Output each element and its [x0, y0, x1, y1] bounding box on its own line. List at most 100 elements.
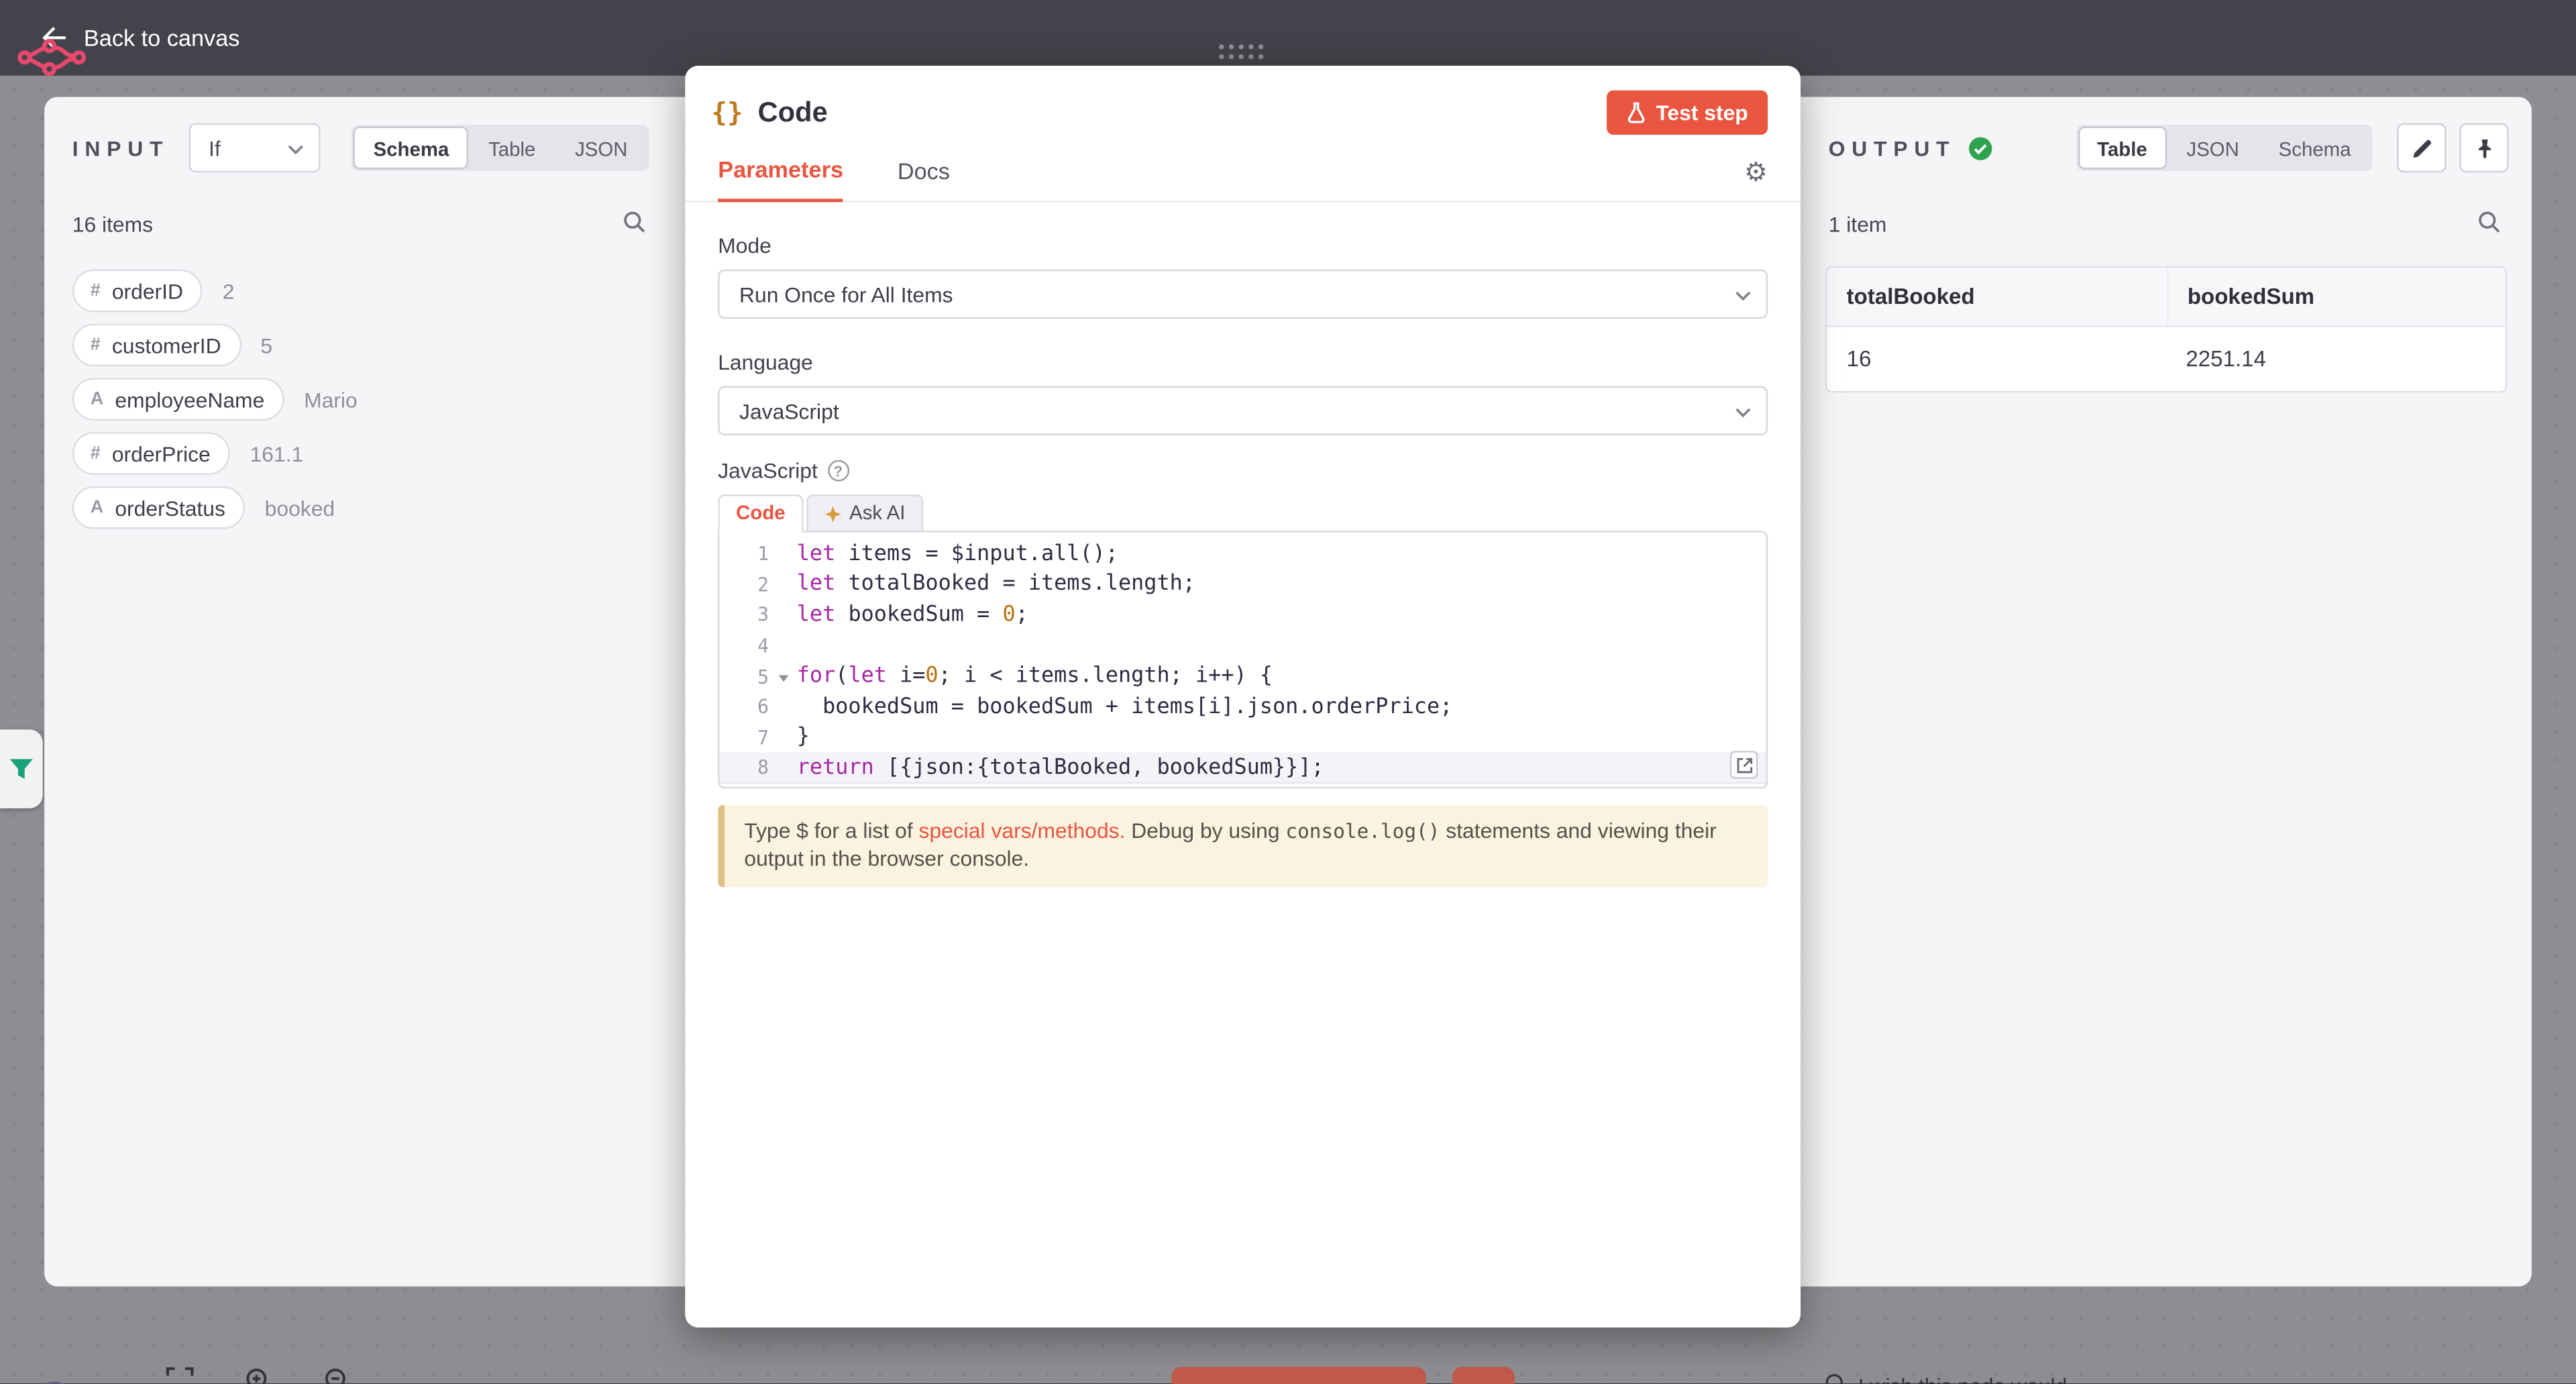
schema-item: # orderPrice 161.1 — [72, 432, 657, 475]
test-step-button[interactable]: Test step — [1607, 91, 1768, 135]
language-value: JavaScript — [739, 398, 839, 423]
pop-out-icon — [1735, 757, 1752, 773]
schema-field-pill[interactable]: A employeeName — [72, 378, 284, 421]
flask-icon — [1626, 102, 1646, 123]
schema-field-pill[interactable]: # orderID — [72, 270, 203, 313]
code-text: let items = $input.all(); — [797, 542, 1118, 567]
hint-middle: Debug by using — [1125, 818, 1285, 843]
topbar: Back to canvas — [0, 0, 2576, 76]
field-name: orderID — [112, 278, 183, 303]
run-success-icon — [1969, 136, 1994, 160]
editor-tab-code[interactable]: Code — [718, 494, 803, 532]
line-number: 2 — [720, 573, 769, 596]
filter-icon — [10, 759, 33, 778]
input-search-icon[interactable] — [623, 210, 645, 238]
output-view-tabs: Table JSON Schema — [2076, 125, 2372, 171]
output-items-row: 1 item — [1829, 210, 2501, 238]
output-tab-table[interactable]: Table — [2078, 127, 2167, 170]
fit-view-icon[interactable] — [166, 1367, 194, 1384]
hint-prefix: Type $ for a list of — [744, 818, 918, 843]
editor-tab-ask-ai-label: Ask AI — [849, 496, 905, 531]
modal-body: Mode Run Once for All Items Language Jav… — [685, 202, 1801, 887]
schema-field-pill[interactable]: # customerID — [72, 323, 241, 366]
input-items-count: 16 items — [72, 212, 153, 237]
line-number: 7 — [720, 726, 769, 749]
line-number: 8 — [720, 757, 769, 780]
test-workflow-button-dimmed — [1171, 1367, 1426, 1384]
field-value: Mario — [304, 387, 358, 412]
output-table-row: 16 2251.14 — [1827, 327, 2505, 391]
node-feedback-button[interactable]: I wish this node would... — [1823, 1372, 2084, 1384]
input-tab-schema[interactable]: Schema — [354, 127, 469, 170]
tab-parameters[interactable]: Parameters — [718, 156, 843, 203]
mode-select[interactable]: Run Once for All Items — [718, 270, 1768, 319]
chevron-down-icon — [1735, 290, 1751, 301]
field-type-icon: # — [91, 335, 101, 355]
zoom-in-icon[interactable] — [245, 1367, 273, 1384]
user-avatar[interactable]: KM — [30, 1382, 78, 1384]
field-value: booked — [265, 495, 335, 520]
modal-tabs: Parameters Docs ⚙ — [685, 156, 1801, 203]
editor-label: JavaScript — [718, 458, 818, 483]
code-text: bookedSum = bookedSum + items[i].json.or… — [797, 694, 1453, 719]
line-number: 3 — [720, 604, 769, 627]
input-tab-table[interactable]: Table — [469, 127, 555, 170]
code-node-icon: {} — [711, 97, 743, 128]
special-vars-link[interactable]: special vars/methods. — [919, 818, 1126, 843]
code-line[interactable]: 3let bookedSum = 0; — [720, 600, 1766, 631]
language-select[interactable]: JavaScript — [718, 386, 1768, 435]
mode-value: Run Once for All Items — [739, 282, 953, 307]
lightbulb-icon — [1823, 1372, 1845, 1384]
node-settings-gear-icon[interactable]: ⚙ — [1744, 161, 1768, 201]
output-search-icon[interactable] — [2477, 210, 2500, 238]
field-value: 161.1 — [250, 441, 303, 466]
code-line[interactable]: 2let totalBooked = items.length; — [720, 570, 1766, 600]
field-type-icon: A — [91, 498, 103, 517]
output-tab-schema[interactable]: Schema — [2259, 127, 2371, 170]
sparkle-icon — [824, 505, 841, 521]
input-tab-json[interactable]: JSON — [555, 127, 647, 170]
code-text: for(let i=0; i < items.length; i++) { — [797, 664, 1273, 689]
ndv-drag-handle[interactable] — [1219, 44, 1263, 59]
code-line[interactable]: 4 — [720, 631, 1766, 661]
field-value: 5 — [260, 333, 272, 358]
canvas-button-dimmed — [1452, 1367, 1515, 1384]
schema-field-pill[interactable]: # orderPrice — [72, 432, 230, 475]
tab-docs[interactable]: Docs — [898, 158, 950, 201]
code-line[interactable]: 1 let items = $input.all(); — [720, 539, 1766, 570]
output-table-column-header: bookedSum — [2166, 268, 2506, 325]
line-number: 1 — [720, 543, 769, 566]
expand-editor-button[interactable] — [1730, 751, 1758, 779]
code-line[interactable]: 7} — [720, 722, 1766, 753]
input-view-tabs: Schema Table JSON — [352, 125, 649, 171]
output-items-count: 1 item — [1829, 212, 1887, 237]
code-editor[interactable]: 1 let items = $input.all(); 2let totalBook… — [718, 531, 1768, 788]
schema-item: # orderID 2 — [72, 270, 657, 313]
node-feedback-label: I wish this node would... — [1858, 1373, 2085, 1384]
pin-data-button[interactable] — [2459, 123, 2508, 172]
output-tab-json[interactable]: JSON — [2167, 127, 2259, 170]
output-table-cell: 2251.14 — [2166, 327, 2506, 391]
code-line[interactable]: 6 bookedSum = bookedSum + items[i].json.… — [720, 692, 1766, 723]
back-to-canvas-label: Back to canvas — [84, 25, 240, 51]
mode-label: Mode — [718, 233, 1768, 258]
schema-item: A employeeName Mario — [72, 378, 657, 421]
schema-field-pill[interactable]: A orderStatus — [72, 486, 246, 529]
code-line[interactable]: 8return [{json:{totalBooked, bookedSum}}… — [720, 753, 1766, 784]
output-panel: OUTPUT Table JSON Schema 1 item — [1801, 97, 2532, 1286]
field-name: orderPrice — [112, 441, 211, 466]
editor-tab-ask-ai[interactable]: Ask AI — [806, 494, 923, 532]
input-items-row: 16 items — [72, 210, 646, 238]
n8n-logo — [16, 34, 92, 89]
help-icon[interactable]: ? — [828, 460, 849, 482]
field-value: 2 — [223, 278, 235, 303]
output-table: totalBooked bookedSum 16 2251.14 — [1825, 266, 2507, 393]
edit-output-button[interactable] — [2397, 123, 2446, 172]
input-panel: INPUT If Schema Table JSON 16 items # or — [44, 97, 685, 1286]
node-title[interactable]: Code — [758, 96, 828, 129]
schema-item: A orderStatus booked — [72, 486, 657, 529]
pin-icon — [2473, 137, 2495, 158]
zoom-out-icon[interactable] — [323, 1367, 352, 1384]
input-source-select[interactable]: If — [189, 123, 321, 172]
code-line[interactable]: 5for(let i=0; i < items.length; i++) { — [720, 661, 1766, 692]
